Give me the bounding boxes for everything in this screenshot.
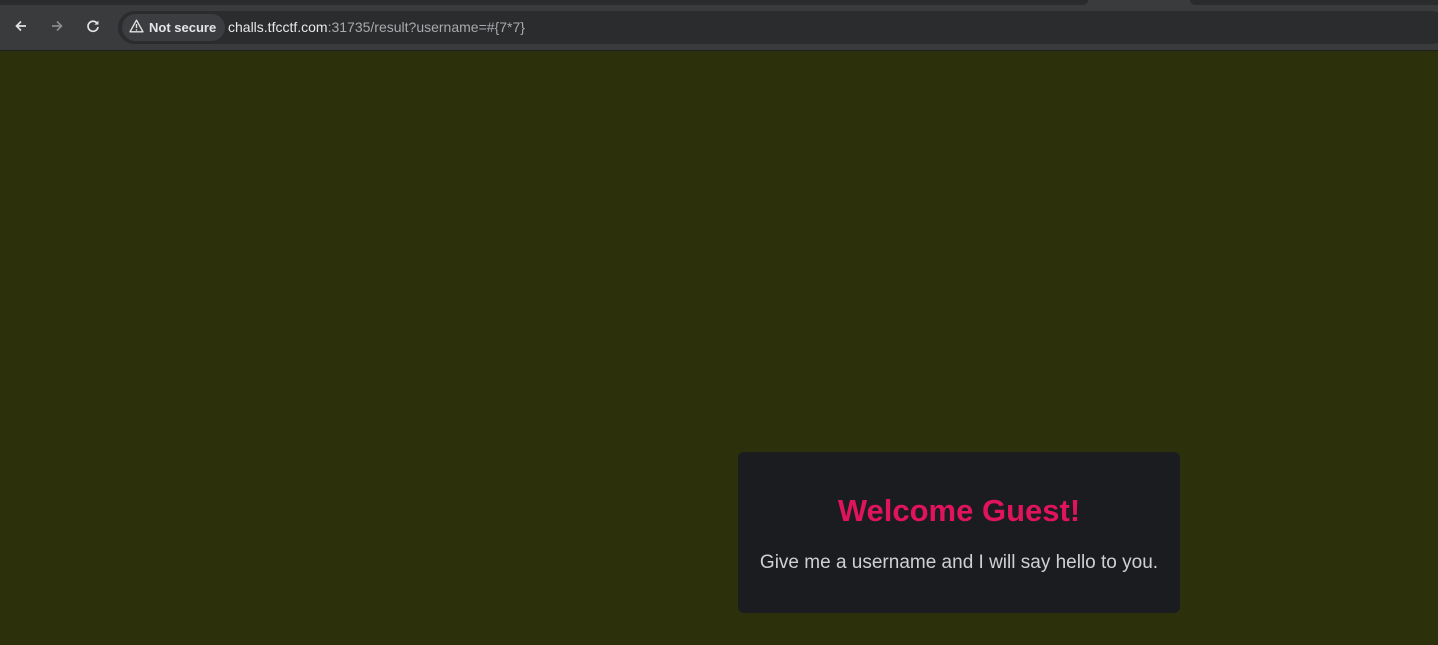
welcome-message: Give me a username and I will say hello … — [759, 552, 1159, 573]
arrow-right-icon — [49, 18, 65, 34]
reload-icon — [85, 18, 101, 34]
warning-triangle-icon — [129, 19, 144, 36]
browser-toolbar: Not secure challs.tfcctf.com:31735/resul… — [0, 0, 1438, 51]
url-host: challs.tfcctf.com — [228, 19, 328, 35]
welcome-card: Welcome Guest! Give me a username and I … — [738, 452, 1180, 613]
arrow-left-icon — [13, 18, 29, 34]
url-text[interactable]: challs.tfcctf.com:31735/result?username=… — [228, 19, 525, 35]
page-content: Welcome Guest! Give me a username and I … — [0, 51, 1438, 645]
security-chip[interactable]: Not secure — [122, 14, 226, 41]
welcome-title: Welcome Guest! — [837, 493, 1081, 528]
back-button[interactable] — [7, 12, 35, 40]
url-path: :31735/result?username=#{7*7} — [327, 19, 525, 35]
tab-strip-hint — [0, 0, 1088, 5]
address-bar[interactable]: Not secure challs.tfcctf.com:31735/resul… — [118, 11, 1438, 44]
tab-strip-hint — [1190, 0, 1438, 5]
forward-button[interactable] — [43, 12, 71, 40]
reload-button[interactable] — [79, 12, 107, 40]
security-label: Not secure — [149, 20, 217, 35]
